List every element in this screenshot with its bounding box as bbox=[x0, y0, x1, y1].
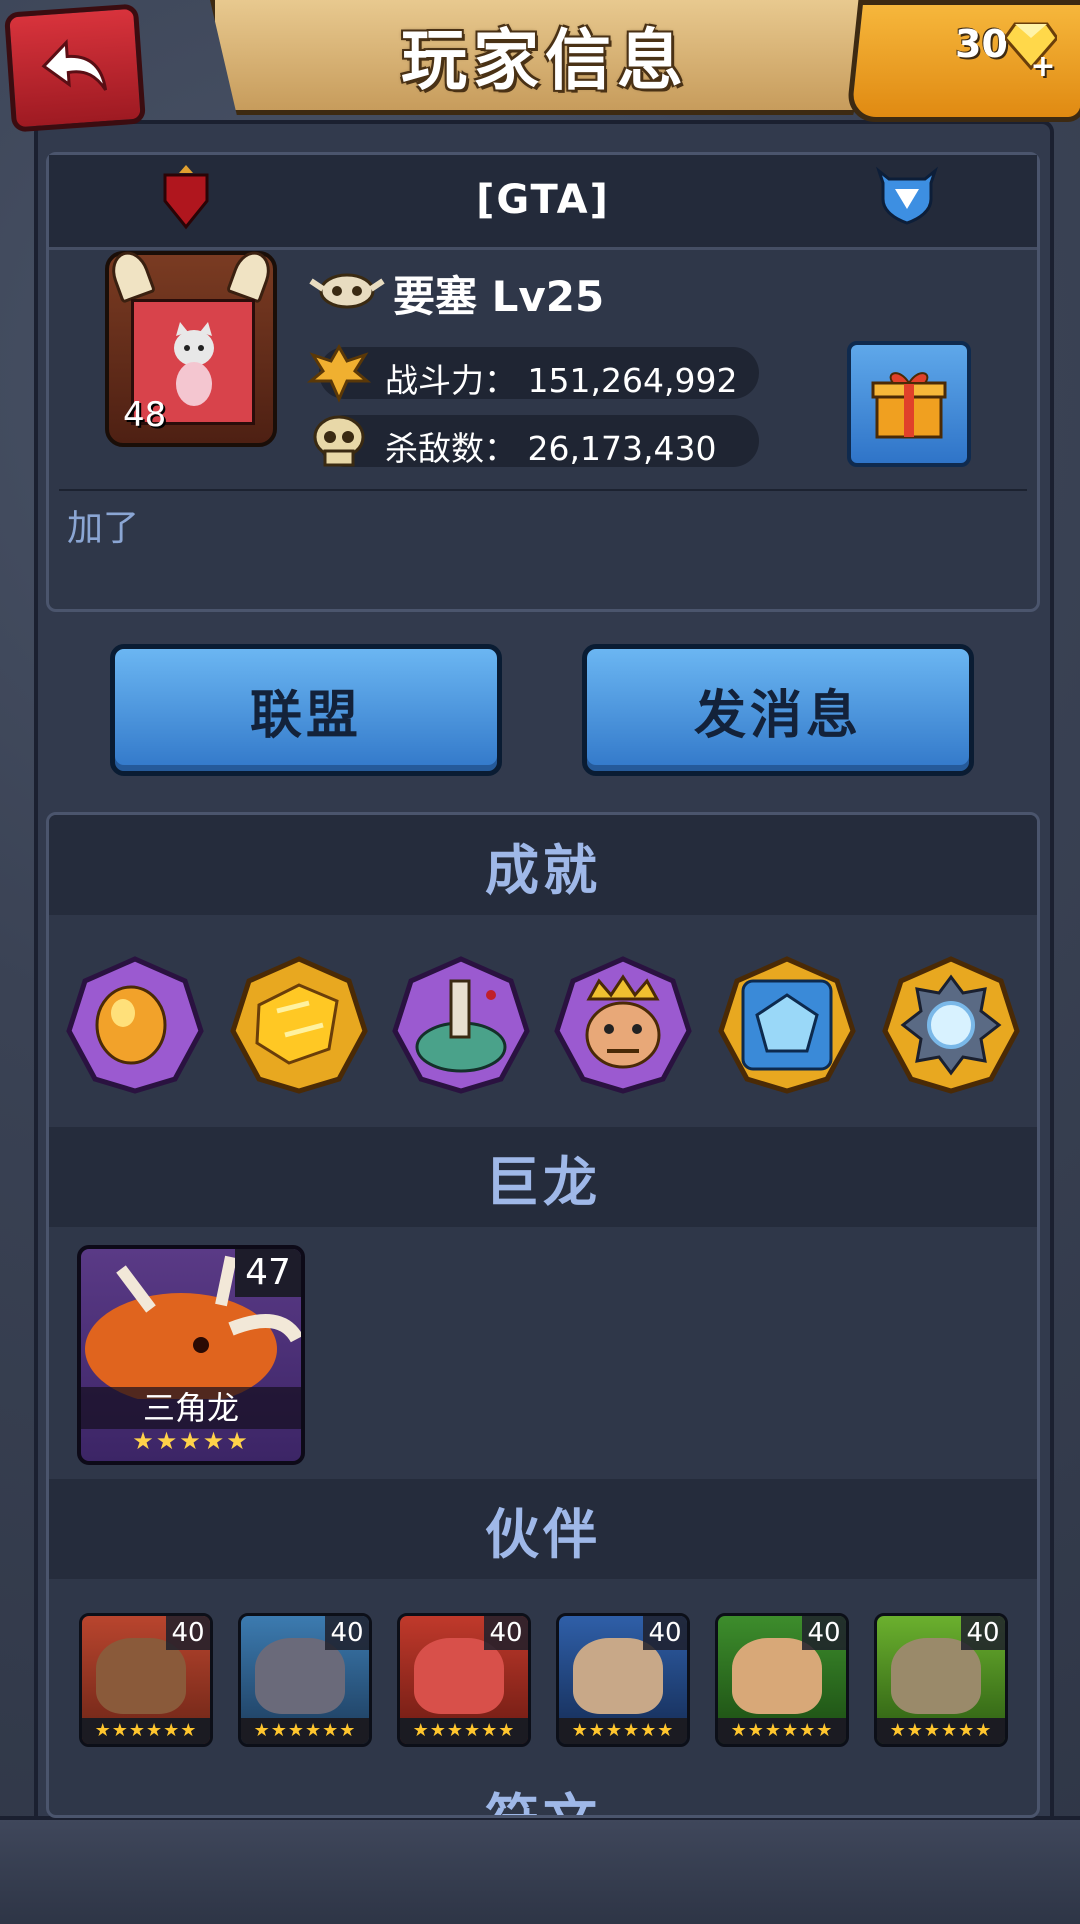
partner-stars: ★★★★★★ bbox=[877, 1718, 1005, 1744]
title-banner: 玩家信息 bbox=[210, 0, 880, 115]
skull-rank-icon bbox=[309, 273, 385, 309]
power-stat: 战斗力： 151,264,992 bbox=[307, 343, 759, 403]
avatar[interactable]: 48 bbox=[105, 246, 277, 447]
zombie-hand-icon[interactable] bbox=[391, 955, 531, 1095]
gold-ore-icon[interactable] bbox=[229, 955, 369, 1095]
phoenix-icon bbox=[307, 343, 371, 403]
partner-card[interactable]: 40 ★★★★★★ bbox=[556, 1613, 690, 1747]
gear-orb-icon[interactable] bbox=[881, 955, 1021, 1095]
partner-card[interactable]: 40 ★★★★★★ bbox=[238, 1613, 372, 1747]
amber-gem-icon[interactable] bbox=[65, 955, 205, 1095]
page-title: 玩家信息 bbox=[401, 22, 689, 99]
partners-title: 伙伴 bbox=[485, 1502, 601, 1566]
partner-card[interactable]: 40 ★★★★★★ bbox=[715, 1613, 849, 1747]
horn-left bbox=[105, 246, 157, 304]
send-message-button[interactable]: 发消息 bbox=[582, 644, 974, 776]
dragons-title: 巨龙 bbox=[485, 1150, 601, 1214]
gift-button[interactable] bbox=[847, 341, 971, 467]
divider bbox=[59, 489, 1027, 491]
horn-right bbox=[225, 246, 277, 304]
guild-bar: [GTA] bbox=[49, 155, 1037, 250]
bottom-frame bbox=[0, 1816, 1080, 1924]
cat-icon bbox=[174, 322, 214, 406]
player-signature: 加了 bbox=[67, 508, 140, 549]
partner-level: 40 bbox=[166, 1616, 210, 1650]
avatar-level: 48 bbox=[123, 395, 167, 435]
dragon-name: 三角龙 bbox=[81, 1387, 301, 1429]
alliance-button[interactable]: 联盟 bbox=[110, 644, 502, 776]
dragon-card[interactable]: 47 三角龙 ★★★★★ bbox=[77, 1245, 305, 1465]
add-currency-icon[interactable]: + bbox=[1030, 52, 1056, 82]
kills-stat: 杀敌数： 26,173,430 bbox=[313, 415, 759, 468]
partner-level: 40 bbox=[643, 1616, 687, 1650]
partner-level: 40 bbox=[961, 1616, 1005, 1650]
achievements-header: 成就 bbox=[49, 815, 1037, 915]
kills-text: 杀敌数： 26,173,430 bbox=[385, 429, 717, 468]
runes-title: 符文 bbox=[49, 1775, 1037, 1815]
partner-stars: ★★★★★★ bbox=[400, 1718, 528, 1744]
dragons-header: 巨龙 bbox=[49, 1127, 1037, 1227]
partner-card[interactable]: 40 ★★★★★★ bbox=[79, 1613, 213, 1747]
profile-card: [GTA] 48 要塞 Lv25 战斗力： 151,264,992 杀敌数： 2… bbox=[46, 152, 1040, 612]
back-arrow-icon bbox=[41, 39, 108, 91]
send-message-label: 发消息 bbox=[693, 685, 862, 746]
dragon-level: 47 bbox=[235, 1249, 301, 1297]
back-button[interactable] bbox=[3, 3, 147, 133]
player-name: 要塞 Lv25 bbox=[393, 272, 605, 321]
info-sections: 成就 巨龙 47 三角龙 ★★★★★ 伙伴 40 ★★★★★★ 40 ★★★★★… bbox=[46, 812, 1040, 1818]
alliance-label: 联盟 bbox=[249, 685, 362, 746]
currency-amount: 30 bbox=[955, 22, 1008, 66]
partner-stars: ★★★★★★ bbox=[718, 1718, 846, 1744]
partner-card[interactable]: 40 ★★★★★★ bbox=[397, 1613, 531, 1747]
partner-stars: ★★★★★★ bbox=[82, 1718, 210, 1744]
guild-shield-icon bbox=[875, 166, 939, 225]
partner-card[interactable]: 40 ★★★★★★ bbox=[874, 1613, 1008, 1747]
partner-level: 40 bbox=[325, 1616, 369, 1650]
skull-icon bbox=[313, 415, 365, 467]
partner-level: 40 bbox=[484, 1616, 528, 1650]
partner-stars: ★★★★★★ bbox=[559, 1718, 687, 1744]
partner-level: 40 bbox=[802, 1616, 846, 1650]
ice-beast-icon[interactable] bbox=[717, 955, 857, 1095]
dragon-stars: ★★★★★ bbox=[132, 1427, 250, 1455]
king-face-icon[interactable] bbox=[553, 955, 693, 1095]
power-text: 战斗力： 151,264,992 bbox=[385, 361, 738, 400]
partners-header: 伙伴 bbox=[49, 1479, 1037, 1579]
partner-stars: ★★★★★★ bbox=[241, 1718, 369, 1744]
gift-icon bbox=[871, 372, 947, 439]
achievements-title: 成就 bbox=[485, 838, 601, 902]
